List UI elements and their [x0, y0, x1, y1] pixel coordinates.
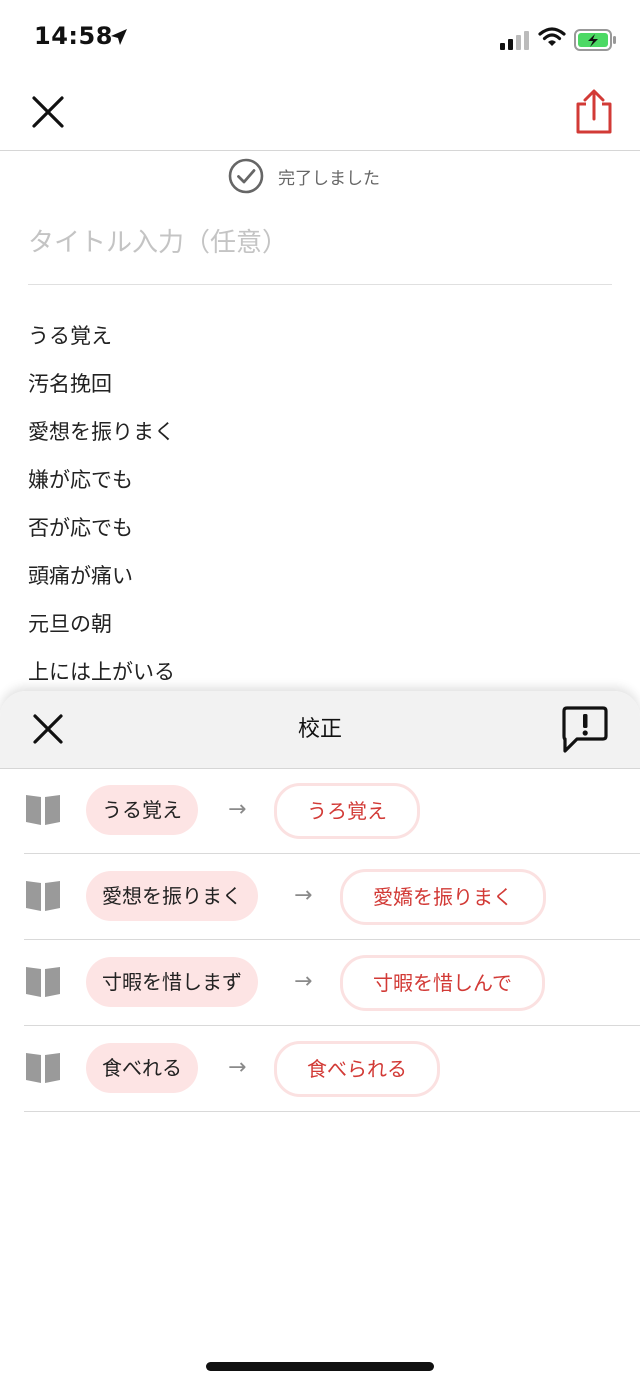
suggestion-chip[interactable]: 愛嬌を振りまく: [340, 869, 546, 925]
original-text-chip: 愛想を振りまく: [86, 871, 258, 921]
close-icon[interactable]: [28, 92, 68, 132]
suggestion-chip[interactable]: 食べられる: [274, 1041, 440, 1097]
note-line[interactable]: 愛想を振りまく: [28, 408, 175, 456]
report-feedback-icon[interactable]: [560, 705, 610, 755]
original-text-chip: 食べれる: [86, 1043, 198, 1093]
original-text-chip: うる覚え: [86, 785, 198, 835]
correction-row: 寸暇を惜しまず → 寸暇を惜しんで: [24, 940, 640, 1026]
cellular-signal-icon: [500, 31, 529, 50]
note-line[interactable]: 上には上がいる: [28, 648, 175, 696]
dictionary-icon: [26, 795, 60, 825]
sheet-close-icon[interactable]: [30, 711, 66, 747]
correction-list: うる覚え → うろ覚え 愛想を振りまく → 愛嬌を振りまく 寸暇を惜しまず → …: [0, 768, 640, 1112]
arrow-icon: →: [294, 883, 313, 908]
save-status-text: 完了しました: [278, 168, 380, 189]
note-body[interactable]: うる覚え 汚名挽回 愛想を振りまく 嫌が応でも 否が応でも 頭痛が痛い 元旦の朝…: [28, 312, 175, 696]
title-divider: [28, 284, 612, 285]
original-text-chip: 寸暇を惜しまず: [86, 957, 258, 1007]
status-bar: 14:58: [0, 0, 640, 80]
status-time: 14:58: [34, 22, 113, 50]
arrow-icon: →: [228, 797, 247, 822]
arrow-icon: →: [294, 969, 313, 994]
check-circle-icon: [228, 158, 264, 194]
note-line[interactable]: 元旦の朝: [28, 600, 175, 648]
note-line[interactable]: 汚名挽回: [28, 360, 175, 408]
correction-row: 食べれる → 食べられる: [24, 1026, 640, 1112]
note-line[interactable]: 嫌が応でも: [28, 456, 175, 504]
correction-row: 愛想を振りまく → 愛嬌を振りまく: [24, 854, 640, 940]
correction-row: うる覚え → うろ覚え: [24, 768, 640, 854]
sheet-header: 校正: [0, 691, 640, 769]
arrow-icon: →: [228, 1055, 247, 1080]
proofread-sheet: 校正 うる覚え → うろ覚え 愛想を振りまく → 愛嬌を振りまく 寸暇を惜しまず…: [0, 691, 640, 1385]
suggestion-chip[interactable]: うろ覚え: [274, 783, 420, 839]
note-line[interactable]: 否が応でも: [28, 504, 175, 552]
wifi-icon: [538, 27, 566, 46]
home-indicator[interactable]: [206, 1362, 434, 1371]
sheet-title: 校正: [297, 717, 342, 742]
note-line[interactable]: うる覚え: [28, 312, 175, 360]
title-input[interactable]: [28, 222, 612, 264]
save-status: 完了しました: [228, 156, 380, 196]
nav-divider: [0, 150, 640, 151]
suggestion-chip[interactable]: 寸暇を惜しんで: [340, 955, 545, 1011]
dictionary-icon: [26, 967, 60, 997]
dictionary-icon: [26, 881, 60, 911]
note-line[interactable]: 頭痛が痛い: [28, 552, 175, 600]
location-arrow-icon: [111, 29, 127, 45]
dictionary-icon: [26, 1053, 60, 1083]
share-icon[interactable]: [572, 88, 616, 136]
battery-charging-icon: [574, 29, 616, 51]
